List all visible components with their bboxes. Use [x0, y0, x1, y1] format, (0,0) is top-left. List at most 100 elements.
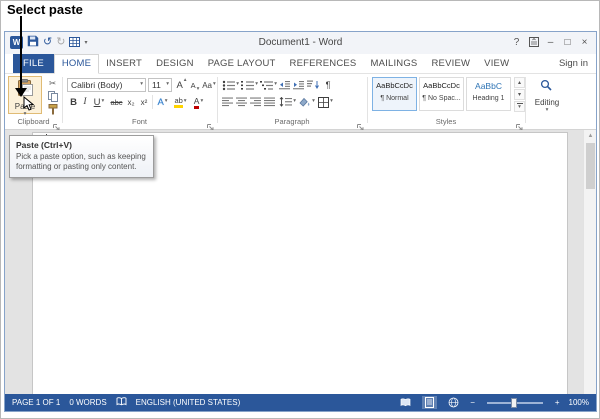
- sort-icon[interactable]: [307, 78, 320, 92]
- window-controls: ? – □ ×: [508, 34, 593, 50]
- editing-dropdown-icon[interactable]: ▾: [523, 107, 571, 115]
- multilevel-list-icon[interactable]: ▾: [260, 78, 277, 92]
- highlight-color-button[interactable]: ab ▾: [172, 95, 189, 109]
- underline-dropdown-icon: ▾: [101, 98, 105, 105]
- tab-design[interactable]: DESIGN: [149, 54, 201, 73]
- zoom-level[interactable]: 100%: [569, 398, 589, 407]
- editing-magnifier-icon[interactable]: [538, 78, 554, 93]
- zoom-out-button[interactable]: −: [470, 398, 475, 407]
- web-layout-icon[interactable]: [446, 396, 461, 409]
- ribbon-display-options-icon[interactable]: [525, 34, 542, 50]
- styles-group-label: Styles: [435, 117, 457, 126]
- line-spacing-icon[interactable]: ▾: [279, 95, 296, 109]
- text-effects-dropdown-icon: ▾: [164, 98, 168, 105]
- tab-page-layout[interactable]: PAGE LAYOUT: [201, 54, 283, 73]
- borders-dropdown-icon: ▾: [330, 98, 333, 105]
- zoom-in-button[interactable]: +: [555, 398, 560, 407]
- copy-icon[interactable]: [45, 90, 60, 102]
- numbering-icon[interactable]: ▾: [241, 78, 258, 92]
- change-case-dropdown-icon: ▾: [213, 81, 216, 88]
- zoom-slider[interactable]: [486, 397, 543, 408]
- justify-icon[interactable]: [264, 95, 276, 109]
- ribbon-home: Paste ▾ ✂ Clipboard Calibri (Body) ▾ 11 …: [5, 74, 596, 131]
- font-name-dropdown-icon[interactable]: ▾: [140, 82, 143, 88]
- minimize-button[interactable]: –: [542, 34, 559, 50]
- word-window: W ↺ ↻ ▾ Document1 - Word ? – □ × FILE HO…: [4, 31, 597, 412]
- language-indicator[interactable]: ENGLISH (UNITED STATES): [136, 398, 241, 407]
- editing-caret: ▾: [545, 107, 549, 114]
- font-color-dropdown-icon: ▾: [200, 98, 204, 105]
- subscript-letters: x₂: [127, 97, 135, 107]
- zoom-slider-thumb[interactable]: [510, 397, 517, 408]
- annotation-select-paste: Select paste: [7, 2, 83, 17]
- multilevel-dropdown-icon: ▾: [274, 81, 277, 88]
- word-count[interactable]: 0 WORDS: [69, 398, 106, 407]
- tab-insert[interactable]: INSERT: [99, 54, 149, 73]
- change-case-button[interactable]: Aa ▾: [202, 78, 216, 92]
- tab-references[interactable]: REFERENCES: [283, 54, 364, 73]
- tab-home[interactable]: HOME: [53, 54, 100, 74]
- style-normal-preview: AaBbCcDc: [376, 81, 413, 90]
- style-heading-1-name: Heading 1: [472, 95, 505, 102]
- font-group-label: Font: [131, 117, 147, 126]
- align-right-icon[interactable]: [250, 95, 262, 109]
- scroll-up-icon[interactable]: ▲: [584, 130, 597, 142]
- grow-font-letter: A: [176, 79, 183, 91]
- print-layout-icon[interactable]: [422, 396, 438, 409]
- screenshot: Select paste W ↺ ↻ ▾ Document1 - Word ? …: [0, 0, 600, 419]
- strikethrough-letters: abc: [110, 97, 123, 107]
- format-painter-icon[interactable]: [45, 103, 60, 115]
- style-normal[interactable]: AaBbCcDc ¶ Normal: [372, 77, 417, 111]
- style-no-spacing[interactable]: AaBbCcDc ¶ No Spac...: [419, 77, 464, 111]
- small-separator: [152, 95, 153, 109]
- numbering-dropdown-icon: ▾: [255, 81, 258, 88]
- grow-font-button[interactable]: A ▴: [175, 77, 188, 92]
- show-paragraph-marks-button[interactable]: ¶: [322, 78, 334, 92]
- italic-button[interactable]: I: [80, 95, 90, 109]
- font-name-combobox[interactable]: Calibri (Body) ▾: [67, 78, 146, 92]
- proofing-icon[interactable]: [116, 397, 127, 408]
- close-button[interactable]: ×: [576, 34, 593, 50]
- style-no-spacing-name: ¶ No Spac...: [422, 95, 461, 102]
- bold-button[interactable]: B: [68, 95, 79, 109]
- italic-letter: I: [83, 97, 87, 107]
- subscript-button[interactable]: x₂: [125, 95, 137, 109]
- decrease-indent-icon[interactable]: [279, 78, 291, 92]
- tab-review[interactable]: REVIEW: [424, 54, 477, 73]
- pilcrow-glyph: ¶: [325, 80, 331, 90]
- shrink-font-letter: A: [190, 80, 196, 90]
- style-heading-1[interactable]: AaBbC Heading 1: [466, 77, 511, 111]
- page-indicator[interactable]: PAGE 1 OF 1: [12, 398, 60, 407]
- tab-view[interactable]: VIEW: [477, 54, 516, 73]
- align-left-icon[interactable]: [222, 95, 234, 109]
- align-center-icon[interactable]: [236, 95, 248, 109]
- style-no-spacing-preview: AaBbCcDc: [423, 81, 460, 90]
- styles-scroll-up-icon[interactable]: ▴: [514, 77, 525, 88]
- sign-in-link[interactable]: Sign in: [559, 54, 588, 73]
- annotation-arrow-line: [20, 16, 22, 89]
- cut-icon[interactable]: ✂: [45, 77, 60, 89]
- superscript-button[interactable]: x²: [138, 95, 150, 109]
- strikethrough-button[interactable]: abc: [109, 95, 124, 109]
- text-effects-letter: A: [157, 96, 164, 108]
- shading-icon[interactable]: ▾: [298, 95, 315, 109]
- increase-indent-icon[interactable]: [293, 78, 305, 92]
- bullets-dropdown-icon: ▾: [236, 81, 239, 88]
- font-size-dropdown-icon[interactable]: ▾: [166, 82, 169, 88]
- borders-icon[interactable]: ▾: [317, 95, 334, 109]
- help-button[interactable]: ?: [508, 34, 525, 50]
- bullets-icon[interactable]: ▾: [222, 78, 239, 92]
- vertical-scrollbar[interactable]: ▲: [583, 130, 596, 394]
- font-color-button[interactable]: A ▾: [191, 95, 206, 109]
- read-mode-icon[interactable]: [398, 396, 413, 409]
- shrink-font-button[interactable]: A ▾: [189, 78, 201, 92]
- superscript-letters: x²: [140, 97, 148, 107]
- style-normal-name: ¶ Normal: [380, 95, 409, 102]
- font-size-combobox[interactable]: 11 ▾: [148, 78, 172, 92]
- text-effects-button[interactable]: A ▾: [155, 95, 170, 109]
- title-bar: W ↺ ↻ ▾ Document1 - Word ? – □ ×: [5, 32, 596, 54]
- scrollbar-thumb[interactable]: [586, 143, 595, 189]
- tab-mailings[interactable]: MAILINGS: [363, 54, 424, 73]
- underline-button[interactable]: U ▾: [91, 95, 107, 109]
- maximize-button[interactable]: □: [559, 34, 576, 50]
